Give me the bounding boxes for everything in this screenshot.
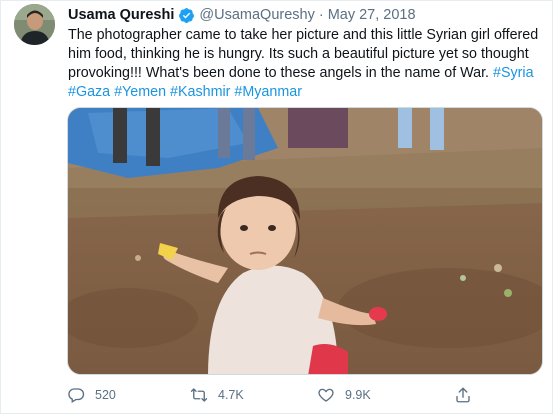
tweet-text-fragment: provoking!!! What's been done to these a…	[68, 65, 494, 81]
like-count: 9.9K	[345, 388, 371, 402]
avatar-photo	[14, 4, 55, 45]
hashtag-syria[interactable]: #Syria	[493, 65, 534, 81]
reply-count: 520	[95, 388, 116, 402]
tweet-text-line: him food, thinking he is hungry. Its suc…	[68, 46, 529, 62]
reply-button[interactable]: 520	[67, 386, 116, 404]
tweet-text-line: #Gaza #Yemen #Kashmir #Myanmar	[68, 83, 546, 102]
tweet-header: Usama Qureshi @UsamaQureshy · May 27, 20…	[68, 6, 416, 24]
heart-icon	[318, 388, 334, 402]
retweet-icon	[190, 388, 208, 402]
tweet-text-line: provoking!!! What's been done to these a…	[68, 64, 546, 83]
share-icon	[456, 387, 470, 403]
tweet-text-line: The photographer came to take her pictur…	[68, 27, 539, 43]
reply-icon	[68, 388, 85, 403]
hashtag-myanmar[interactable]: #Myanmar	[234, 84, 302, 100]
author-handle[interactable]: @UsamaQureshy	[199, 7, 314, 23]
tweet-text: The photographer came to take her pictur…	[68, 26, 546, 102]
tweet-date[interactable]: May 27, 2018	[328, 7, 416, 23]
like-button[interactable]: 9.9K	[317, 386, 371, 404]
retweet-count: 4.7K	[218, 388, 244, 402]
photo-girl-offering-food	[68, 108, 542, 374]
verified-badge-icon	[178, 7, 195, 24]
share-button[interactable]	[454, 386, 482, 404]
retweet-button[interactable]: 4.7K	[190, 386, 244, 404]
tweet-actions: 520 4.7K 9.9K	[67, 383, 497, 407]
hashtag-kashmir[interactable]: #Kashmir	[170, 84, 230, 100]
tweet-card[interactable]: Usama Qureshi @UsamaQureshy · May 27, 20…	[0, 0, 553, 414]
hashtag-gaza[interactable]: #Gaza	[68, 84, 110, 100]
hashtag-yemen[interactable]: #Yemen	[114, 84, 166, 100]
tweet-photo[interactable]	[67, 107, 543, 375]
avatar[interactable]	[14, 4, 55, 45]
separator-dot: ·	[318, 7, 324, 23]
author-name[interactable]: Usama Qureshi	[68, 7, 174, 23]
